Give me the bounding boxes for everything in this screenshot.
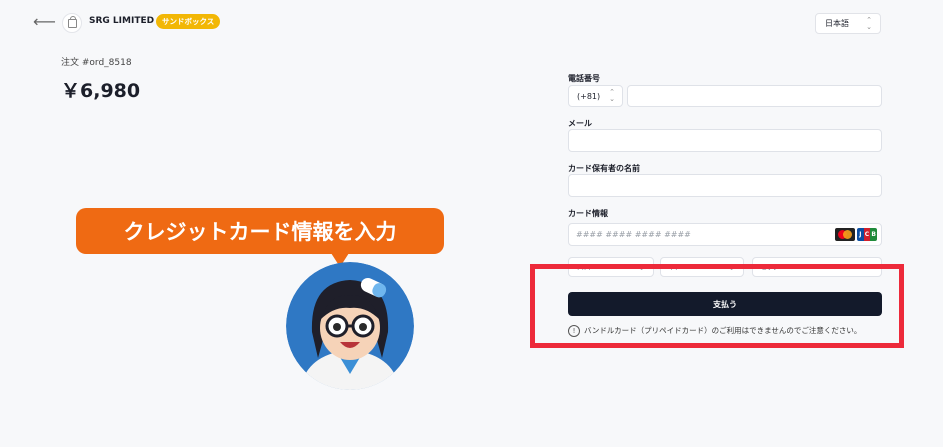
mastercard-icon (835, 228, 855, 241)
phone-input[interactable] (627, 85, 882, 107)
jcb-icon: JCB (857, 228, 877, 241)
card-number-placeholder: #### #### #### #### (576, 230, 691, 239)
country-code-select[interactable]: (+81) ⌃ ⌄ (568, 85, 623, 107)
order-id: 注文 #ord_8518 (61, 58, 132, 68)
phone-label: 電話番号 (568, 74, 600, 83)
card-info-label: カード情報 (568, 209, 608, 218)
shopping-bag-icon (62, 13, 82, 33)
callout-text: クレジットカード情報を入力 (123, 220, 397, 244)
merchant-name: SRG LIMITED (89, 16, 155, 26)
email-input[interactable] (568, 129, 882, 152)
doctor-avatar-illustration (286, 262, 414, 390)
callout-bubble: クレジットカード情報を入力 (76, 208, 444, 254)
cardholder-label: カード保有者の名前 (568, 164, 640, 173)
language-value: 日本語 (825, 19, 849, 28)
language-select[interactable]: 日本語 ⌃ ⌄ (815, 13, 881, 34)
order-amount: ￥6,980 (61, 80, 141, 102)
card-number-input[interactable]: #### #### #### #### JCB (568, 223, 882, 246)
chevron-updown-icon: ⌃ ⌄ (609, 88, 615, 103)
chevron-updown-icon: ⌃ ⌄ (866, 15, 872, 31)
country-code-value: (+81) (577, 91, 601, 101)
back-arrow-icon[interactable]: ⟵ (33, 12, 56, 31)
cardholder-input[interactable] (568, 174, 882, 197)
highlight-box (530, 264, 904, 348)
sandbox-badge: サンドボックス (156, 14, 221, 29)
email-label: メール (568, 119, 592, 128)
